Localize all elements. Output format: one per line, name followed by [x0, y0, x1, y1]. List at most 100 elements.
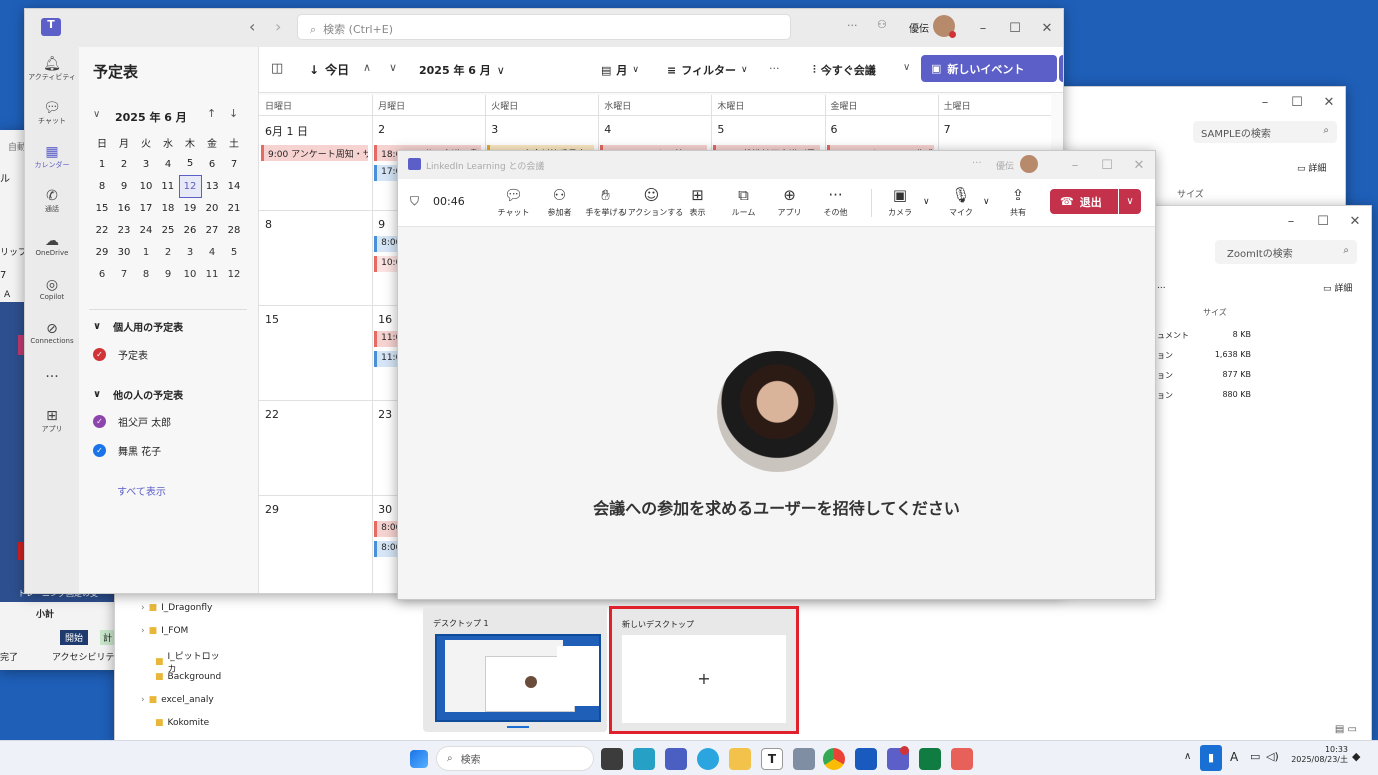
snipping-tool-icon[interactable] — [951, 748, 973, 770]
mini-calendar-day[interactable]: 12 — [178, 174, 202, 198]
calendar-item[interactable]: ✓ 予定表 — [93, 347, 148, 362]
mini-calendar-day[interactable]: 22 — [91, 219, 113, 241]
back-arrow-icon[interactable]: ‹ — [249, 17, 255, 36]
mini-calendar-day[interactable]: 18 — [157, 197, 179, 219]
day-number[interactable]: 6月 1 日 — [265, 123, 308, 139]
more-icon[interactable]: ··· — [847, 19, 858, 32]
close-icon[interactable]: ✕ — [1031, 21, 1063, 36]
mini-calendar-day[interactable]: 15 — [91, 197, 113, 219]
rail-item-chat[interactable]: 💬︎ チャット — [25, 91, 79, 135]
details-button[interactable]: ▭ 詳細 — [1297, 161, 1326, 174]
mini-calendar-day[interactable]: 16 — [113, 197, 135, 219]
meeting-tool-smile[interactable]: ☺ リアクションする — [620, 187, 684, 218]
edge-icon[interactable] — [697, 748, 719, 770]
volume-icon[interactable]: ◁) — [1266, 750, 1279, 763]
month-selector[interactable]: 2025 年 6 月 ∨ — [419, 62, 505, 78]
desktop-card-1[interactable]: デスクトップ 1 — [423, 606, 607, 732]
notifications-icon[interactable]: ◆ — [1352, 750, 1360, 763]
show-all-link[interactable]: すべて表示 — [117, 483, 166, 498]
mini-calendar-day[interactable]: 25 — [157, 219, 179, 241]
chevron-up-icon[interactable]: ∧ — [1184, 751, 1191, 762]
meeting-tool-plus[interactable]: ⊕ アプリ — [774, 187, 805, 218]
task-view-icon[interactable] — [601, 748, 623, 770]
mini-calendar-day[interactable]: 9 — [157, 263, 179, 285]
today-button[interactable]: ↓ 今日 — [309, 61, 349, 78]
mini-calendar-day[interactable]: 9 — [113, 175, 135, 197]
excel-icon[interactable] — [919, 748, 941, 770]
tree-item[interactable]: › ■ excel_analy — [141, 695, 214, 705]
mini-calendar-day[interactable]: 3 — [135, 153, 157, 175]
calendar-event[interactable]: 11:0 — [374, 351, 399, 367]
widgets-icon[interactable] — [633, 748, 655, 770]
meeting-tool-hand[interactable]: ✋︎ 手を挙げる — [586, 187, 626, 218]
meeting-tool-grid[interactable]: ⊞ 表示 — [682, 187, 713, 218]
search-input[interactable]: ZoomItの検索 ⌕ — [1215, 240, 1357, 264]
chevron-down-icon[interactable]: ∨ — [903, 62, 910, 73]
more-icon[interactable]: ... — [1157, 281, 1166, 291]
chevron-up-icon[interactable]: ∧ — [363, 61, 371, 74]
start-icon[interactable] — [410, 750, 428, 768]
day-number[interactable]: 15 — [265, 313, 279, 326]
maximize-icon[interactable]: ☐ — [1307, 214, 1339, 229]
mini-calendar-day[interactable]: 11 — [157, 175, 179, 197]
mini-calendar-day[interactable]: 5 — [179, 153, 201, 175]
file-row-name[interactable]: ョン — [1157, 390, 1173, 401]
details-button[interactable]: ▭ 詳細 — [1323, 281, 1352, 294]
maximize-icon[interactable]: ☐ — [999, 21, 1031, 36]
mini-calendar-day[interactable]: 4 — [201, 241, 223, 263]
more-icon[interactable]: ··· — [972, 158, 982, 169]
sidebar-toggle-icon[interactable]: ◫ — [271, 61, 283, 76]
minimize-icon[interactable]: – — [967, 21, 999, 36]
day-number[interactable]: 8 — [265, 218, 272, 231]
mini-calendar-day[interactable]: 4 — [157, 153, 179, 175]
chevron-down-icon[interactable]: ∨ — [389, 61, 397, 74]
word-icon[interactable] — [855, 748, 877, 770]
day-number[interactable]: 16 — [378, 313, 392, 326]
mini-calendar-day[interactable]: 11 — [201, 263, 223, 285]
mini-calendar-day[interactable]: 6 — [91, 263, 113, 285]
column-header-size[interactable]: サイズ — [1177, 187, 1204, 200]
mini-calendar-day[interactable]: 2 — [113, 153, 135, 175]
mini-calendar-day[interactable]: 29 — [91, 241, 113, 263]
leave-button[interactable]: ☎ 退出 — [1050, 189, 1118, 214]
mini-calendar-day[interactable]: 26 — [179, 219, 201, 241]
meeting-tool-room[interactable]: ⧉ ルーム — [728, 187, 759, 218]
day-number[interactable]: 30 — [378, 503, 392, 516]
mini-calendar-day[interactable]: 21 — [223, 197, 245, 219]
day-number[interactable]: 7 — [944, 123, 951, 136]
excel-fragment[interactable]: 計 — [100, 630, 116, 645]
taskbar-search[interactable]: ⌕ 検索 — [436, 746, 594, 771]
view-selector[interactable]: ▤ 月 ∨ — [601, 62, 639, 78]
mini-calendar-day[interactable]: 7 — [223, 153, 245, 175]
day-number[interactable]: 4 — [604, 123, 611, 136]
file-row-name[interactable]: ョン — [1157, 370, 1173, 381]
rail-item-connections[interactable]: ⊘ Connections — [25, 311, 79, 355]
share-button[interactable]: ⇪ 共有 — [1010, 187, 1026, 218]
search-input[interactable]: ⌕ 検索 (Ctrl+E) — [297, 14, 791, 40]
camera-button[interactable]: ▣ カメラ — [888, 187, 912, 218]
view-toggle[interactable]: ▤ ▭ — [1335, 724, 1357, 735]
calendar-event[interactable]: 10:0 — [374, 256, 399, 272]
meeting-tool-more[interactable]: ··· その他 — [820, 187, 851, 218]
day-number[interactable]: 3 — [491, 123, 498, 136]
mini-calendar-day[interactable]: 19 — [179, 197, 201, 219]
user-name[interactable]: 優伝 — [996, 159, 1014, 172]
user-name[interactable]: 優伝 — [909, 20, 929, 35]
mini-calendar-day[interactable]: 14 — [223, 175, 245, 197]
meet-now-button[interactable]: ⫶ 今すぐ会議 — [813, 62, 876, 78]
meeting-window[interactable]: LinkedIn Learning との会議 ··· 優伝 – ☐ ✕ ⛉ 00:4… — [397, 150, 1156, 600]
meeting-tool-chat[interactable]: 💬︎ チャット — [498, 187, 530, 218]
forward-arrow-icon[interactable]: › — [275, 17, 281, 36]
rail-item-bell[interactable]: 🔔︎ アクティビティ — [25, 47, 79, 91]
collapse-chevron-icon[interactable]: ∨ — [93, 109, 100, 120]
mini-calendar-day[interactable]: 8 — [135, 263, 157, 285]
new-event-button[interactable]: ▣ 新しいイベント — [921, 55, 1057, 82]
rail-item-cloud[interactable]: ☁ OneDrive — [25, 223, 79, 267]
calendar-event[interactable]: 11:0 — [374, 331, 399, 347]
rail-item-phone[interactable]: ✆ 通話 — [25, 179, 79, 223]
day-number[interactable]: 5 — [717, 123, 724, 136]
file-row-name[interactable]: ョン — [1157, 350, 1173, 361]
down-arrow-icon[interactable]: ↓ — [229, 107, 238, 120]
search-input[interactable]: SAMPLEの検索 ⌕ — [1193, 121, 1337, 143]
app-icon[interactable] — [665, 748, 687, 770]
